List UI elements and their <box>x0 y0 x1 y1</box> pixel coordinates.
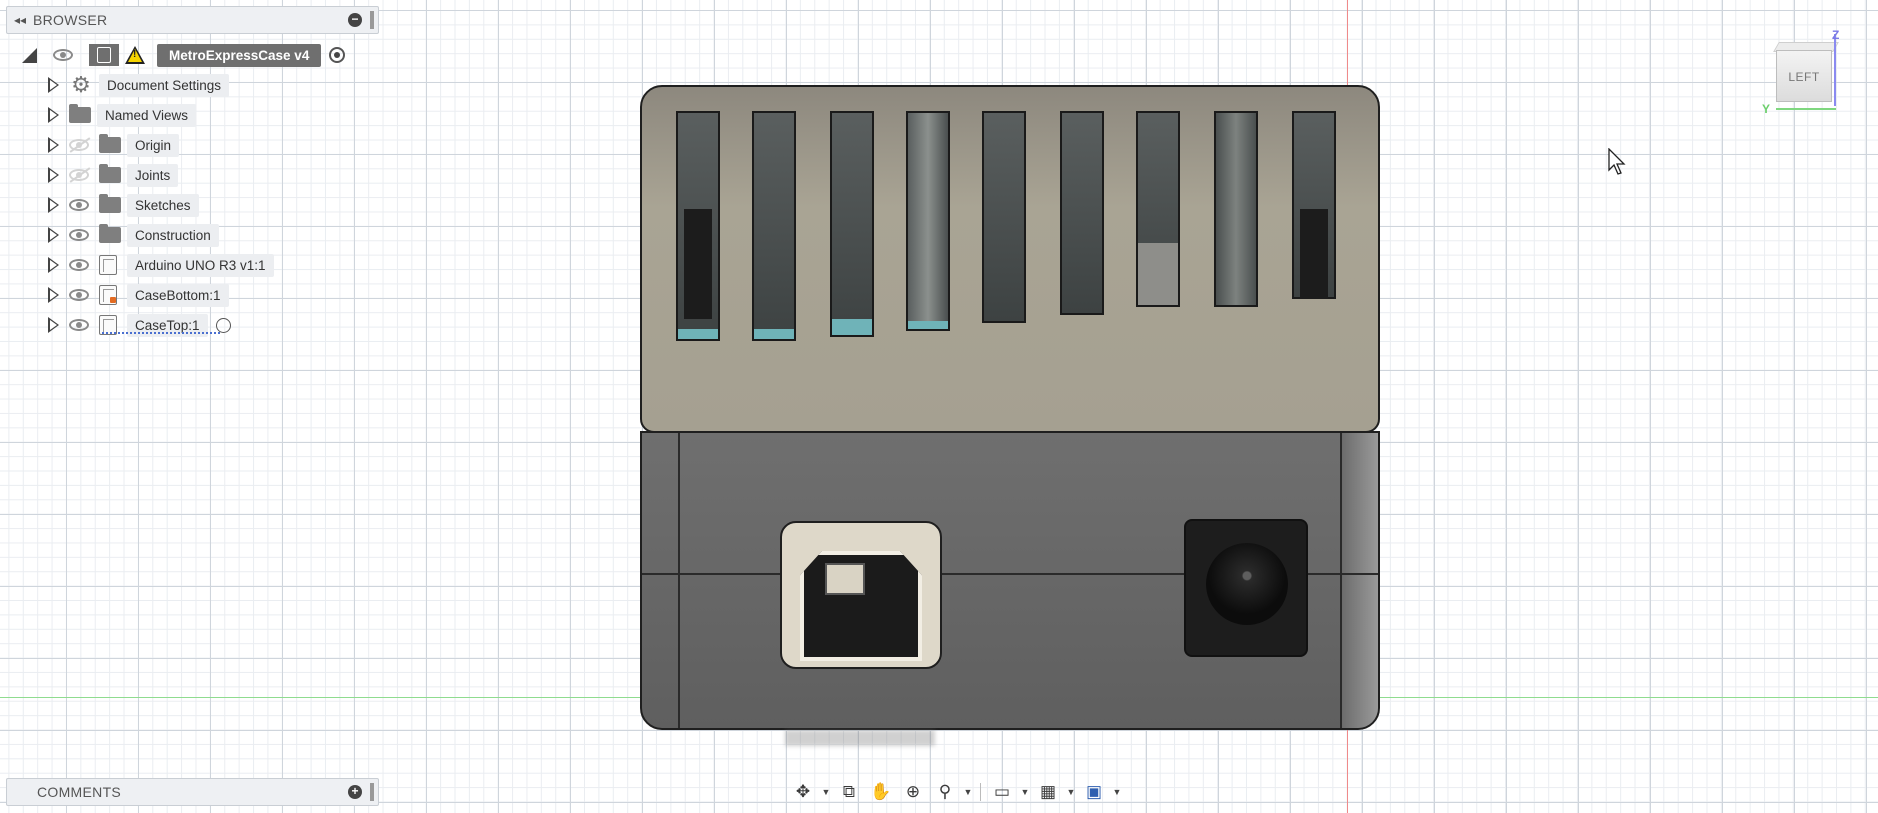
case-bottom-body <box>640 431 1380 730</box>
component-icon <box>99 255 117 275</box>
tree-item-case-top[interactable]: CaseTop:1 <box>48 312 231 338</box>
tree-root[interactable]: MetroExpressCase v4 <box>22 42 346 68</box>
visibility-eye-icon[interactable] <box>69 199 89 211</box>
hidden-eye-icon[interactable] <box>69 169 89 181</box>
mouse-cursor-icon <box>1608 148 1626 175</box>
vent-slot <box>1136 111 1180 307</box>
expand-toggle-icon[interactable] <box>48 137 59 153</box>
tree-item-label: Document Settings <box>99 73 230 97</box>
vent-slot <box>830 111 874 337</box>
expand-toggle-icon[interactable] <box>48 287 59 303</box>
pan-icon[interactable]: ✋ <box>867 779 895 805</box>
view-cube[interactable]: LEFT Z Y <box>1762 28 1839 116</box>
gear-icon: ⚙ <box>71 72 91 97</box>
toolbar-divider <box>980 783 981 801</box>
component-warning-icon <box>99 285 117 305</box>
z-axis-indicator <box>1834 34 1836 106</box>
case-model-viewport[interactable] <box>640 85 1380 730</box>
vent-slot <box>982 111 1026 323</box>
add-comment-icon[interactable]: + <box>348 785 362 799</box>
orbit-icon[interactable]: ✥ <box>789 779 817 805</box>
browser-title: BROWSER <box>33 12 108 28</box>
tree-item-label: Construction <box>127 223 219 247</box>
tree-item-label: Named Views <box>97 103 197 127</box>
y-axis-label: Y <box>1762 102 1771 116</box>
visibility-eye-icon[interactable] <box>69 319 89 331</box>
folder-icon <box>99 134 121 153</box>
comments-panel-header[interactable]: COMMENTS + <box>6 778 379 806</box>
folder-icon <box>99 194 121 213</box>
expand-toggle-icon[interactable] <box>48 167 59 183</box>
vent-slot <box>1060 111 1104 315</box>
selection-underline <box>102 331 220 334</box>
component-icon <box>89 44 119 66</box>
visibility-eye-icon[interactable] <box>69 259 89 271</box>
vent-slot <box>906 111 950 331</box>
tree-item-joints[interactable]: Joints <box>48 162 179 188</box>
minimize-icon[interactable]: − <box>348 13 362 27</box>
case-top-lid <box>640 85 1380 433</box>
expand-toggle-icon[interactable] <box>48 227 59 243</box>
tree-item-label: Sketches <box>127 193 199 217</box>
hidden-eye-icon[interactable] <box>69 139 89 151</box>
navigation-toolbar: ✥ ▼ ⧉ ✋ ⊕ ⚲ ▼ ▭ ▼ ▦ ▼ ▣ ▼ <box>789 778 1122 806</box>
tree-item-sketches[interactable]: Sketches <box>48 192 199 218</box>
chevron-down-icon[interactable]: ▼ <box>821 787 831 797</box>
visibility-eye-icon[interactable] <box>69 229 89 241</box>
expand-toggle-icon[interactable] <box>48 197 59 213</box>
y-axis-indicator <box>1776 108 1836 110</box>
chevron-down-icon[interactable]: ▼ <box>1112 787 1122 797</box>
warning-icon <box>125 46 145 64</box>
display-settings-icon[interactable]: ▭ <box>988 779 1016 805</box>
expand-toggle-icon[interactable] <box>48 257 59 273</box>
folder-icon <box>69 104 91 123</box>
visibility-eye-icon[interactable] <box>69 289 89 301</box>
active-component-radio[interactable] <box>329 47 346 63</box>
tree-item-construction[interactable]: Construction <box>48 222 219 248</box>
chevron-down-icon[interactable]: ▼ <box>1066 787 1076 797</box>
collapse-panel-icon[interactable]: ◂◂ <box>7 13 33 27</box>
browser-panel-header: ◂◂ BROWSER − <box>6 6 379 34</box>
tree-item-label: Arduino UNO R3 v1:1 <box>127 253 274 277</box>
tree-item-origin[interactable]: Origin <box>48 132 180 158</box>
vent-slot <box>752 111 796 341</box>
usb-b-port <box>780 521 942 669</box>
tree-item-label: CaseBottom:1 <box>127 283 229 307</box>
ground-shadow <box>785 730 935 746</box>
panel-grip-icon[interactable] <box>370 11 374 29</box>
expand-toggle-icon[interactable] <box>48 317 59 333</box>
vent-slot <box>1214 111 1258 307</box>
tree-item-document-settings[interactable]: ⚙ Document Settings <box>48 72 230 98</box>
expand-toggle-icon[interactable] <box>48 77 59 93</box>
chevron-down-icon[interactable]: ▼ <box>1020 787 1030 797</box>
folder-icon <box>99 224 121 243</box>
expand-toggle-icon[interactable] <box>48 107 59 123</box>
root-component-label[interactable]: MetroExpressCase v4 <box>157 43 322 67</box>
tree-item-arduino-uno[interactable]: Arduino UNO R3 v1:1 <box>48 252 274 278</box>
z-axis-label: Z <box>1832 28 1840 42</box>
panel-grip-icon[interactable] <box>370 783 374 801</box>
tree-item-case-bottom[interactable]: CaseBottom:1 <box>48 282 229 308</box>
expand-toggle-icon[interactable] <box>22 47 37 63</box>
comments-title: COMMENTS <box>37 784 122 800</box>
vent-slot <box>1292 111 1336 299</box>
zoom-icon[interactable]: ⊕ <box>899 779 927 805</box>
tree-item-label: Origin <box>127 133 180 157</box>
grid-icon[interactable]: ▦ <box>1034 779 1062 805</box>
viewports-icon[interactable]: ▣ <box>1080 779 1108 805</box>
chevron-down-icon[interactable]: ▼ <box>963 787 973 797</box>
tree-item-named-views[interactable]: Named Views <box>48 102 197 128</box>
look-at-icon[interactable]: ⧉ <box>835 779 863 805</box>
fit-icon[interactable]: ⚲ <box>931 779 959 805</box>
folder-icon <box>99 164 121 183</box>
tree-item-label: Joints <box>127 163 179 187</box>
view-cube-face[interactable]: LEFT <box>1776 50 1832 102</box>
dc-barrel-jack <box>1184 519 1308 657</box>
vent-slot <box>676 111 720 341</box>
visibility-eye-icon[interactable] <box>53 49 73 61</box>
